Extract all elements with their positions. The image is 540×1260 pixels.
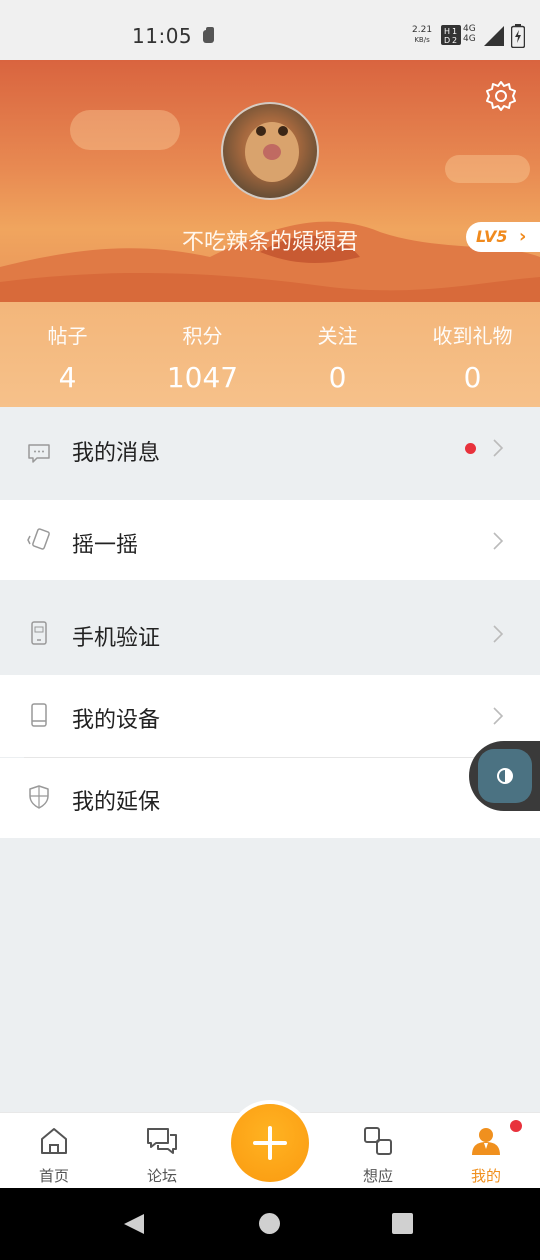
hd-icon: H 1 D 2 bbox=[441, 25, 461, 45]
chevron-right-icon bbox=[493, 439, 504, 457]
shake-icon bbox=[27, 528, 50, 550]
forum-icon bbox=[147, 1128, 177, 1154]
nav-home[interactable]: 首页 bbox=[0, 1113, 108, 1189]
stats-bar: 帖子 4 积分 1047 关注 0 收到礼物 0 bbox=[0, 302, 540, 407]
svg-text:H: H bbox=[444, 27, 450, 36]
menu-label: 摇一摇 bbox=[72, 533, 139, 558]
create-post-button[interactable] bbox=[231, 1104, 309, 1182]
chevron-right-icon bbox=[493, 707, 504, 725]
recents-icon[interactable] bbox=[392, 1213, 413, 1234]
nav-mine[interactable]: 我的 bbox=[432, 1113, 540, 1189]
profile-header: 不吃辣条的熲熲君 LV5 › bbox=[0, 60, 540, 302]
svg-text:1: 1 bbox=[452, 27, 457, 36]
floating-contrast-button[interactable] bbox=[469, 741, 540, 811]
status-time: 11:05 bbox=[132, 24, 193, 48]
cloud-decoration bbox=[445, 155, 530, 183]
nav-forum[interactable]: 论坛 bbox=[108, 1113, 216, 1189]
level-badge[interactable]: LV5 › bbox=[466, 222, 540, 252]
notification-icon bbox=[203, 27, 214, 43]
back-icon[interactable] bbox=[122, 1212, 146, 1236]
stat-gifts[interactable]: 收到礼物 0 bbox=[405, 302, 540, 407]
message-icon bbox=[28, 444, 50, 463]
stat-points[interactable]: 积分 1047 bbox=[135, 302, 270, 407]
home-icon bbox=[41, 1128, 67, 1154]
chevron-right-icon bbox=[493, 532, 504, 550]
home-button-icon[interactable] bbox=[259, 1213, 280, 1234]
gear-icon[interactable] bbox=[484, 79, 518, 113]
contrast-icon bbox=[497, 768, 513, 784]
menu-item-shake[interactable]: 摇一摇 bbox=[0, 500, 540, 580]
shield-icon bbox=[29, 785, 49, 809]
system-nav-bar bbox=[0, 1188, 540, 1260]
apps-icon bbox=[364, 1127, 392, 1155]
stat-posts[interactable]: 帖子 4 bbox=[0, 302, 135, 407]
chevron-right-icon: › bbox=[519, 226, 527, 247]
svg-text:2: 2 bbox=[452, 36, 457, 45]
cloud-decoration bbox=[70, 110, 180, 150]
username: 不吃辣条的熲熲君 bbox=[181, 230, 358, 255]
unread-dot bbox=[465, 443, 476, 454]
user-icon bbox=[472, 1128, 500, 1155]
net-speed: 2.21 KB/s bbox=[412, 25, 433, 44]
menu-item-messages[interactable]: 我的消息 bbox=[0, 407, 540, 499]
nav-apps[interactable]: 想应 bbox=[324, 1113, 432, 1189]
stat-following[interactable]: 关注 0 bbox=[270, 302, 405, 407]
avatar[interactable] bbox=[221, 102, 319, 200]
menu-label: 我的设备 bbox=[72, 708, 161, 733]
status-bar: 11:05 2.21 KB/s H 1 D 2 4G 4G bbox=[0, 0, 540, 60]
menu-label: 我的消息 bbox=[72, 441, 161, 466]
menu-label: 手机验证 bbox=[72, 626, 161, 651]
chevron-right-icon bbox=[493, 625, 504, 643]
menu-label: 我的延保 bbox=[72, 790, 161, 815]
nav-badge-dot bbox=[510, 1120, 522, 1132]
battery-icon bbox=[511, 24, 525, 48]
network-type: 4G 4G bbox=[463, 24, 476, 44]
menu-item-phone-verify[interactable]: 手机验证 bbox=[0, 593, 540, 675]
phone-verify-icon bbox=[31, 621, 47, 645]
device-icon bbox=[31, 703, 47, 727]
menu-item-devices[interactable]: 我的设备 bbox=[0, 675, 540, 757]
menu-item-warranty[interactable]: 我的延保 bbox=[0, 758, 540, 838]
svg-text:D: D bbox=[444, 36, 450, 45]
signal-icon bbox=[484, 26, 504, 46]
